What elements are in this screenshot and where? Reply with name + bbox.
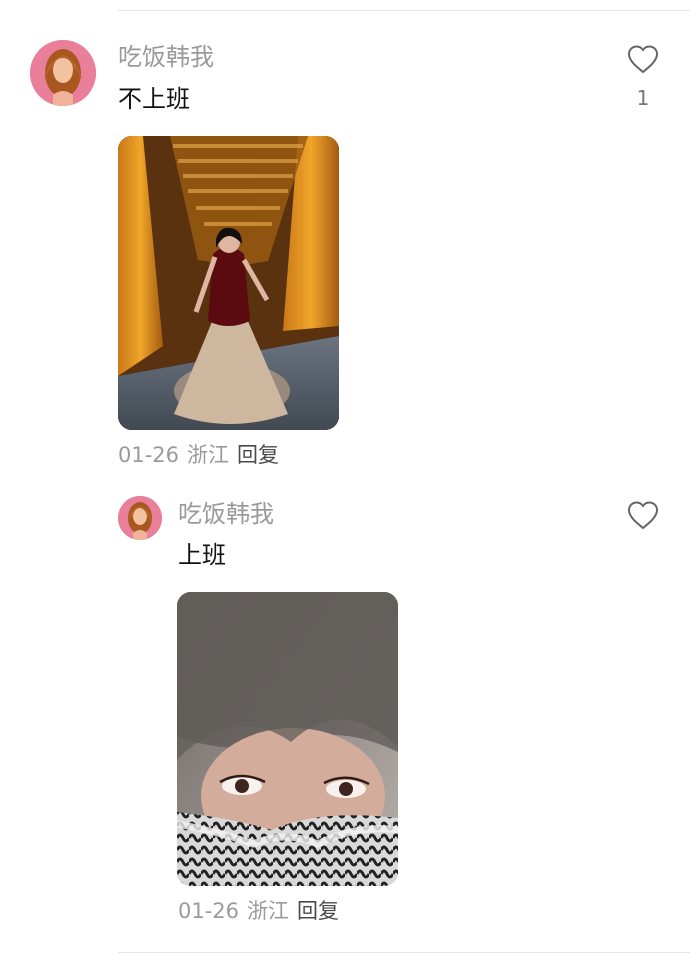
comment-date: 01-26 — [118, 443, 180, 467]
heart-outline-icon — [627, 45, 659, 74]
bottom-divider — [118, 952, 690, 953]
reply-meta: 01-26 浙江 回复 — [178, 898, 347, 924]
comment-photo[interactable] — [118, 136, 339, 430]
reply-date: 01-26 — [178, 899, 240, 923]
reply-reply-button[interactable]: 回复 — [297, 899, 339, 923]
reply-photo[interactable] — [177, 592, 398, 886]
comment-location: 浙江 — [187, 443, 230, 467]
comment-thread: 吃饭韩我 不上班 1 01-26 浙江 回复 吃饭韩我 上班 01-26 浙江 … — [0, 0, 690, 956]
photo-dress-corridor — [118, 136, 339, 430]
avatar-image — [30, 40, 96, 106]
reply-button[interactable]: 回复 — [237, 443, 279, 467]
like-count: 1 — [636, 86, 650, 110]
reply-location: 浙江 — [247, 899, 290, 923]
heart-outline-icon — [627, 501, 659, 530]
top-divider — [118, 10, 690, 11]
reply-text: 上班 — [178, 541, 226, 569]
reply-username[interactable]: 吃饭韩我 — [178, 499, 274, 529]
comment-username[interactable]: 吃饭韩我 — [118, 42, 214, 72]
reply-user-avatar[interactable] — [118, 496, 162, 540]
user-avatar[interactable] — [30, 40, 96, 106]
reply-like-button[interactable] — [626, 500, 660, 530]
avatar-image — [118, 496, 162, 540]
photo-face-close-up — [177, 592, 398, 886]
comment-text: 不上班 — [118, 85, 190, 113]
comment-meta: 01-26 浙江 回复 — [118, 442, 287, 468]
like-button[interactable] — [626, 44, 660, 74]
